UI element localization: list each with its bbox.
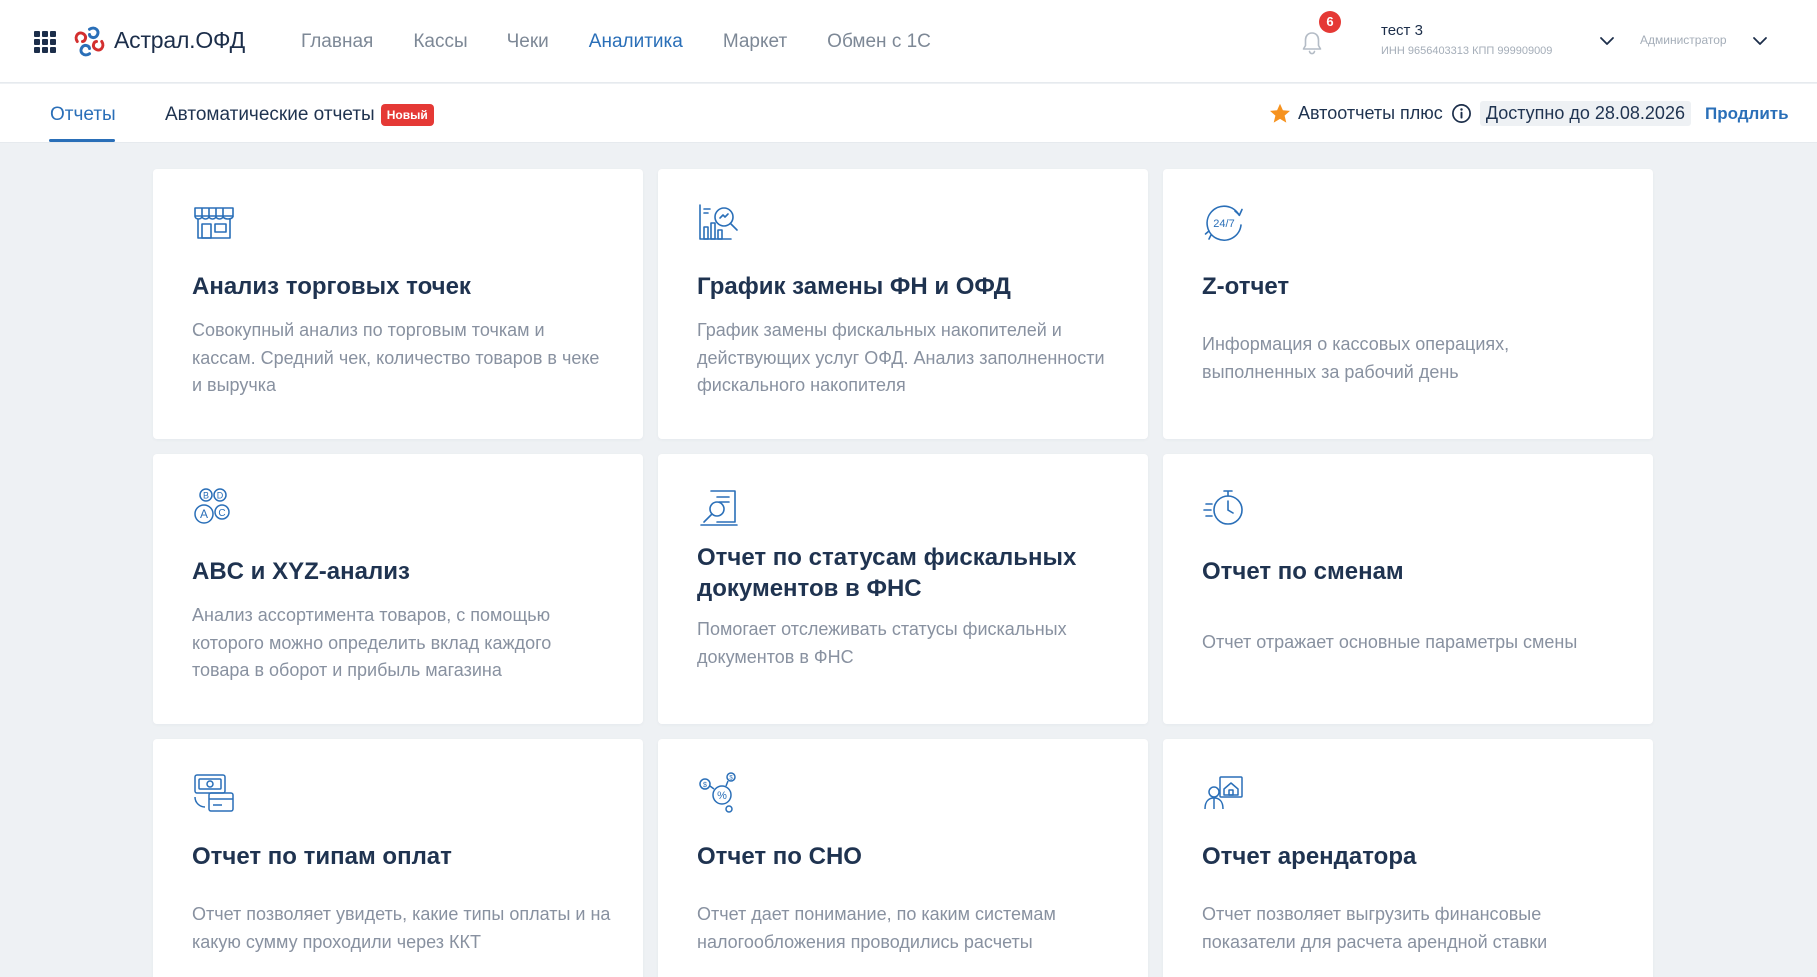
bell-icon[interactable] [1300, 30, 1324, 56]
svg-text:%: % [717, 790, 727, 802]
report-card-tax-system[interactable]: % $ $ Отчет по СНО Отчет дает понимание,… [658, 739, 1148, 977]
info-icon[interactable] [1451, 103, 1472, 124]
card-title: Отчет по статусам фискальных документов … [697, 544, 1077, 602]
card-title: Z-отчет [1202, 273, 1290, 300]
autoreports-plus-status: Автоотчеты плюс Доступно до 28.08.2026 П… [1268, 101, 1789, 126]
nav-item-exchange-1c[interactable]: Обмен с 1С [827, 31, 931, 53]
report-card-payment-types[interactable]: Отчет по типам оплат Отчет позволяет уви… [153, 739, 643, 977]
apps-grid-icon[interactable] [34, 31, 56, 53]
card-title: Отчет по СНО [697, 843, 862, 870]
renew-link[interactable]: Продлить [1705, 104, 1789, 124]
document-search-icon [700, 490, 738, 526]
card-title: ABC и XYZ-анализ [192, 558, 410, 585]
store-icon [194, 207, 234, 239]
payment-types-icon [194, 774, 234, 812]
nav-item-analytics[interactable]: Аналитика [589, 31, 683, 53]
svg-text:$: $ [703, 782, 707, 789]
card-title: График замены ФН и ОФД [697, 273, 1011, 300]
card-title: Отчет арендатора [1202, 843, 1417, 870]
tab-active-indicator [49, 139, 115, 142]
card-title: Отчет по типам оплат [192, 843, 452, 870]
available-until: Доступно до 28.08.2026 [1479, 101, 1691, 126]
card-title: Отчет по сменам [1202, 558, 1404, 585]
card-description: Помогает отслеживать статусы фискальных … [697, 619, 1067, 667]
report-card-z-report[interactable]: 24/7 Z-отчет Информация о кассовых опера… [1163, 169, 1653, 439]
top-header: Астрал.ОФД Главная Кассы Чеки Аналитика … [0, 0, 1817, 83]
svg-text:D: D [217, 491, 224, 501]
svg-text:C: C [218, 508, 225, 519]
card-description: Отчет дает понимание, по каким системам … [697, 904, 1056, 952]
report-card-abc-xyz[interactable]: B D A C ABC и XYZ-анализ Анализ ассортим… [153, 454, 643, 724]
autoreports-plus-label: Автоотчеты плюс [1298, 103, 1443, 123]
org-details: ИНН 9656403313 КПП 999909009 [1381, 45, 1553, 57]
card-description: График замены фискальных накопителей и д… [697, 320, 1105, 395]
nav-item-home[interactable]: Главная [301, 31, 373, 53]
chevron-down-icon[interactable] [1752, 36, 1768, 46]
chevron-down-icon[interactable] [1599, 36, 1615, 46]
abc-xyz-icon: B D A C [194, 488, 230, 524]
nav-item-cashboxes[interactable]: Кассы [413, 31, 467, 53]
report-card-fn-schedule[interactable]: График замены ФН и ОФД График замены фис… [658, 169, 1148, 439]
stopwatch-icon [1203, 490, 1243, 525]
clock-24-7-icon: 24/7 [1204, 205, 1243, 241]
main-nav: Главная Кассы Чеки Аналитика Маркет Обме… [301, 31, 971, 53]
logo-icon[interactable] [72, 24, 107, 59]
tenant-icon [1204, 776, 1243, 810]
card-description: Отчет позволяет выгрузить финансовые пок… [1202, 904, 1548, 952]
report-card-sales-points[interactable]: Анализ торговых точек Совокупный анализ … [153, 169, 643, 439]
chart-search-icon [699, 204, 738, 240]
user-role[interactable]: Администратор [1640, 33, 1727, 47]
svg-text:24/7: 24/7 [1213, 218, 1234, 230]
svg-text:B: B [203, 491, 209, 501]
reports-subbar: Отчеты Автоматические отчеты Новый Автоо… [0, 84, 1817, 143]
tab-reports[interactable]: Отчеты [50, 104, 116, 126]
card-description: Отчет отражает основные параметры смены [1202, 632, 1578, 652]
svg-text:A: A [200, 507, 208, 521]
card-description: Информация о кассовых операциях, выполне… [1202, 334, 1510, 382]
logo-text[interactable]: Астрал.ОФД [114, 27, 245, 54]
tab-automatic-reports-label: Автоматические отчеты [165, 104, 375, 125]
report-card-fiscal-statuses[interactable]: Отчет по статусам фискальных документов … [658, 454, 1148, 724]
tab-automatic-reports[interactable]: Автоматические отчеты Новый [165, 104, 434, 126]
tax-system-icon: % $ $ [699, 772, 736, 813]
nav-item-receipts[interactable]: Чеки [507, 31, 549, 53]
report-card-tenant[interactable]: Отчет арендатора Отчет позволяет выгрузи… [1163, 739, 1653, 977]
card-description: Анализ ассортимента товаров, с помощью к… [192, 605, 552, 680]
report-card-shifts[interactable]: Отчет по сменам Отчет отражает основные … [1163, 454, 1653, 724]
card-description: Отчет позволяет увидеть, какие типы опла… [192, 904, 611, 952]
notifications-badge: 6 [1319, 11, 1341, 33]
new-badge: Новый [380, 104, 434, 126]
star-icon [1270, 103, 1290, 123]
org-name[interactable]: тест 3 [1381, 22, 1423, 39]
nav-item-market[interactable]: Маркет [723, 31, 787, 53]
card-title: Анализ торговых точек [192, 273, 471, 300]
card-description: Совокупный анализ по торговым точкам и к… [192, 320, 600, 395]
